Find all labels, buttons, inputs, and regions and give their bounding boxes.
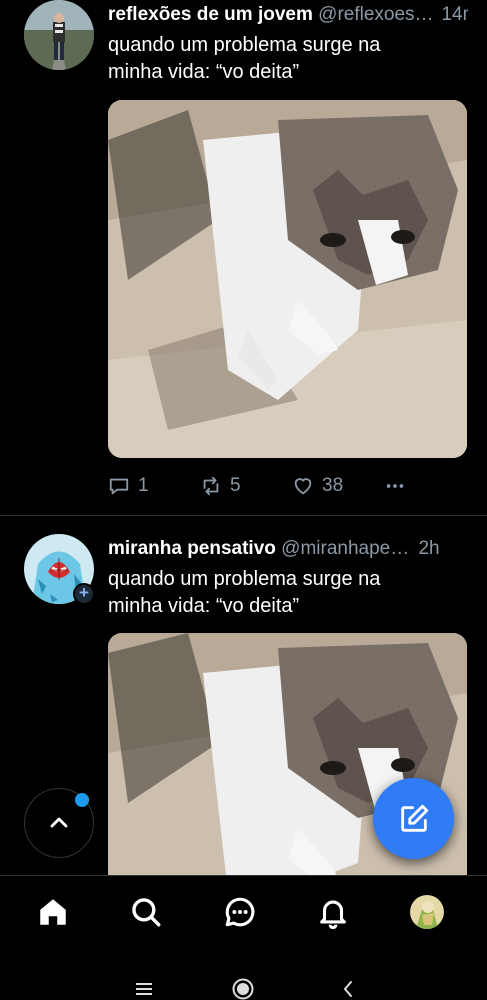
tweet-header: miranha pensativo @miranhapensativo 2h [108, 538, 468, 560]
system-back-button[interactable] [336, 977, 360, 1000]
retweet-icon [203, 476, 219, 496]
tab-profile[interactable] [408, 893, 446, 931]
menu-icon [136, 983, 152, 995]
more-button[interactable] [384, 474, 406, 498]
author-handle[interactable]: @reflexoesdeumjovem [318, 4, 436, 26]
tab-search[interactable] [127, 893, 165, 931]
tweet-text: quando um problema surge na minha vida: … [108, 34, 381, 83]
tab-notifications[interactable] [314, 893, 352, 931]
back-chevron-icon [343, 981, 352, 997]
new-posts-indicator [75, 793, 89, 807]
search-icon [132, 898, 161, 927]
tab-messages[interactable] [221, 893, 259, 931]
tweet-actions: 1 5 38 [108, 474, 418, 498]
messages-icon [225, 897, 255, 927]
home-icon [40, 899, 66, 925]
reply-button[interactable]: 1 [108, 474, 149, 498]
tweet-media[interactable] [108, 100, 467, 458]
like-count: 38 [322, 475, 344, 496]
tweet-header: reflexões de um jovem @reflexoesdeumjove… [108, 4, 468, 26]
author-name[interactable]: reflexões de um jovem [108, 4, 313, 25]
profile-avatar [410, 895, 444, 929]
timeline-feed[interactable]: reflexões de um jovem @reflexoesdeumjove… [0, 0, 487, 875]
compose-button[interactable] [373, 778, 454, 859]
more-icon [386, 484, 404, 488]
tweet-1[interactable]: reflexões de um jovem @reflexoesdeumjove… [0, 0, 487, 516]
retweet-count: 5 [230, 475, 241, 496]
system-navigation-bar [0, 947, 487, 1000]
author-handle[interactable]: @miranhapensativo [281, 538, 413, 560]
follow-plus-icon[interactable]: + [73, 583, 95, 605]
compose-icon [400, 804, 428, 832]
tweet-text: quando um problema surge na minha vida: … [108, 568, 381, 617]
bottom-tab-bar [0, 875, 487, 947]
avatar[interactable] [24, 0, 94, 70]
chevron-up-icon [50, 817, 68, 828]
tweet-time: 2h [418, 538, 440, 559]
reply-icon [109, 478, 129, 495]
retweet-button[interactable]: 5 [200, 474, 241, 498]
heart-icon [294, 478, 312, 495]
author-name[interactable]: miranha pensativo [108, 538, 276, 559]
reply-count: 1 [138, 475, 149, 496]
tweet-time: 14m [441, 4, 468, 25]
recent-apps-button[interactable] [132, 977, 156, 1000]
like-button[interactable]: 38 [292, 474, 343, 498]
bell-icon [320, 900, 346, 929]
circle-icon [232, 978, 254, 1000]
system-home-button[interactable] [231, 977, 255, 1000]
tab-home[interactable] [34, 893, 72, 931]
